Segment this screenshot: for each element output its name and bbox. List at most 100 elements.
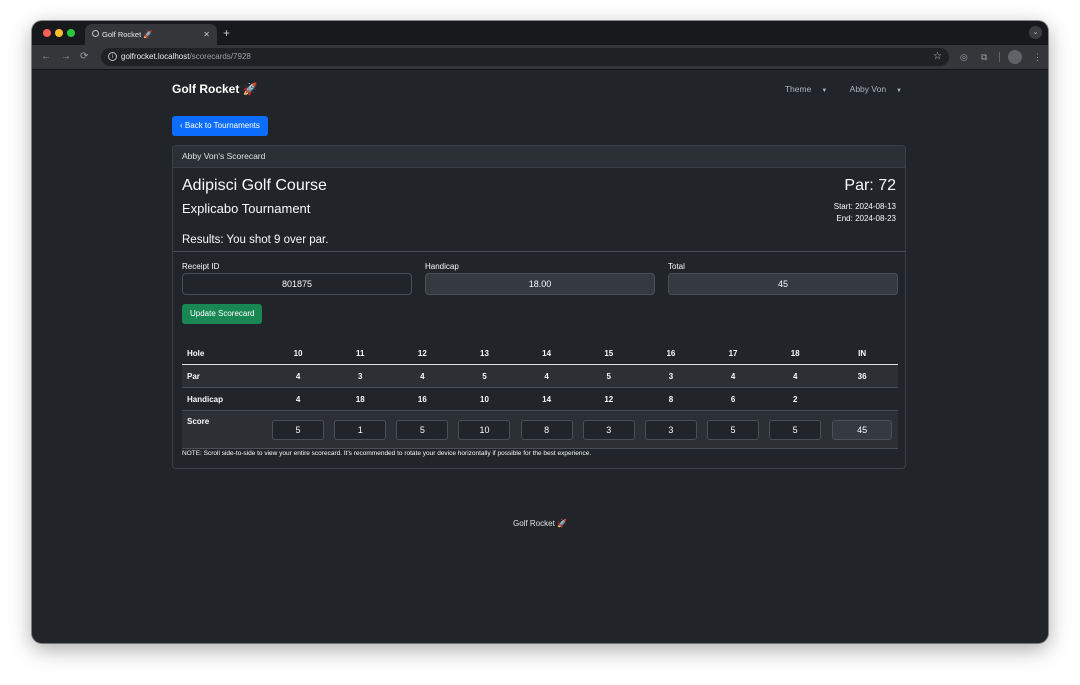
minimize-window-button[interactable]: [55, 29, 63, 37]
results-summary: Results: You shot 9 over par.: [182, 234, 329, 246]
total-label: Total: [668, 262, 685, 271]
receipt-id-input[interactable]: 801875: [182, 273, 412, 295]
scorecard-card: Abby Von's Scorecard Adipisci Golf Cours…: [172, 145, 906, 469]
forward-arrow-icon[interactable]: →: [61, 50, 71, 64]
handicap-cell: 4: [267, 387, 330, 411]
card-divider: [173, 251, 905, 252]
caret-down-icon: ▼: [896, 88, 902, 94]
tab-strip: Golf Rocket 🚀 ✕ + ⌄: [32, 21, 1048, 45]
hole-number: 16: [639, 342, 702, 365]
score-input[interactable]: 3: [582, 419, 635, 440]
scroll-note: NOTE: Scroll side-to-side to view your e…: [182, 450, 592, 457]
par-cell: 3: [329, 364, 392, 388]
hole-number: 10: [267, 342, 330, 365]
par-cell: 4: [267, 364, 330, 388]
hole-number: 14: [515, 342, 578, 365]
par-cell: 5: [453, 364, 516, 388]
browser-tab[interactable]: Golf Rocket 🚀 ✕: [85, 24, 217, 45]
score-input[interactable]: 8: [520, 419, 573, 440]
handicap-label: Handicap: [425, 262, 459, 271]
total-input: 45: [668, 273, 898, 295]
handicap-cell: 8: [639, 387, 702, 411]
score-input[interactable]: 1: [334, 419, 387, 440]
card-header: Abby Von's Scorecard: [173, 146, 905, 168]
hole-header: Hole: [182, 342, 267, 365]
handicap-cell: 18: [329, 387, 392, 411]
tournament-name: Explicabo Tournament: [182, 201, 311, 216]
par-cell: 4: [764, 364, 827, 388]
course-name: Adipisci Golf Course: [182, 177, 327, 194]
par-cell: 4: [701, 364, 765, 388]
extension-icon[interactable]: ◎: [960, 50, 968, 64]
hole-number: 17: [701, 342, 765, 365]
handicap-input: 18.00: [425, 273, 655, 295]
par-cell: 5: [577, 364, 640, 388]
par-cell: 3: [639, 364, 702, 388]
score-input[interactable]: 5: [707, 419, 760, 440]
handicap-cell: 16: [391, 387, 454, 411]
handicap-in-cell: [826, 387, 898, 411]
handicap-cell: 10: [453, 387, 516, 411]
toolbar-divider: [999, 52, 1000, 62]
tab-search-icon[interactable]: ⌄: [1029, 26, 1042, 39]
hole-number: 12: [391, 342, 454, 365]
handicap-cell: 2: [764, 387, 827, 411]
new-tab-button[interactable]: +: [223, 26, 230, 40]
bookmark-star-icon[interactable]: ☆: [933, 48, 942, 66]
score-row: Score 5 1 5 10 8 3 3 5 5 45: [182, 410, 898, 449]
url-text[interactable]: golfrocket.localhost/scorecards/7928: [121, 48, 251, 66]
score-input[interactable]: 5: [272, 419, 325, 440]
start-date: Start: 2024-08-13: [833, 202, 896, 211]
score-in-total: 45: [832, 419, 893, 440]
end-date: End: 2024-08-23: [836, 214, 896, 223]
receipt-id-label: Receipt ID: [182, 262, 220, 271]
user-dropdown[interactable]: Abby Von ▼: [840, 84, 902, 94]
tab-close-icon[interactable]: ✕: [203, 24, 210, 45]
handicap-cell: 6: [701, 387, 765, 411]
tournament-dates: Start: 2024-08-13 End: 2024-08-23: [834, 201, 896, 225]
footer-brand: Golf Rocket 🚀: [513, 519, 567, 528]
address-bar[interactable]: i golfrocket.localhost/scorecards/7928 ☆: [101, 48, 949, 66]
site-info-icon[interactable]: i: [108, 52, 117, 61]
handicap-cell: 12: [577, 387, 640, 411]
navbar-brand[interactable]: Golf Rocket 🚀: [172, 82, 258, 96]
caret-down-icon: ▼: [821, 88, 828, 94]
theme-dropdown[interactable]: Theme ▼: [775, 84, 827, 94]
back-to-tournaments-button[interactable]: ‹ Back to Tournaments: [172, 116, 268, 136]
score-input[interactable]: 5: [769, 419, 822, 440]
update-scorecard-button[interactable]: Update Scorecard: [182, 304, 263, 324]
handicap-row-label: Handicap: [182, 387, 267, 411]
in-header: IN: [826, 342, 898, 365]
tab-title: Golf Rocket 🚀: [102, 30, 153, 39]
maximize-window-button[interactable]: [67, 29, 75, 37]
score-input[interactable]: 10: [458, 419, 511, 440]
navbar-right: Theme ▼ Abby Von ▼: [765, 84, 902, 94]
puzzle-icon[interactable]: ⧉: [981, 50, 987, 64]
par-cell: 4: [391, 364, 454, 388]
globe-icon: [92, 30, 99, 37]
hole-number: 13: [453, 342, 516, 365]
hole-row: Hole 10 11 12 13 14 15 16 17 18 IN: [182, 342, 898, 365]
par-cell: 4: [515, 364, 578, 388]
browser-toolbar: ← → ⟳ i golfrocket.localhost/scorecards/…: [32, 45, 1048, 70]
close-window-button[interactable]: [43, 29, 51, 37]
menu-kebab-icon[interactable]: ⋮: [1033, 50, 1042, 64]
hole-number: 11: [329, 342, 392, 365]
reload-icon[interactable]: ⟳: [80, 50, 88, 64]
par-label: Par: [182, 364, 267, 388]
score-input[interactable]: 3: [644, 419, 697, 440]
profile-avatar-icon[interactable]: [1008, 50, 1022, 64]
par-row: Par 4 3 4 5 4 5 3 4 4 36: [182, 364, 898, 388]
hole-number: 18: [764, 342, 827, 365]
handicap-cell: 14: [515, 387, 578, 411]
score-label: Score: [182, 410, 267, 449]
score-input[interactable]: 5: [396, 419, 449, 440]
hole-number: 15: [577, 342, 640, 365]
scorecard-table: Hole 10 11 12 13 14 15 16 17 18 IN Par 4…: [182, 342, 898, 449]
par-in-total: 36: [826, 364, 898, 388]
page-content: Golf Rocket 🚀 Theme ▼ Abby Von ▼ ‹ Back to…: [32, 70, 1048, 643]
back-arrow-icon[interactable]: ←: [41, 50, 51, 64]
browser-window: Golf Rocket 🚀 ✕ + ⌄ ← → ⟳ i golfrocket.l…: [32, 21, 1048, 643]
handicap-row: Handicap 4 18 16 10 14 12 8 6 2: [182, 387, 898, 411]
par-total: Par: 72: [844, 177, 896, 194]
